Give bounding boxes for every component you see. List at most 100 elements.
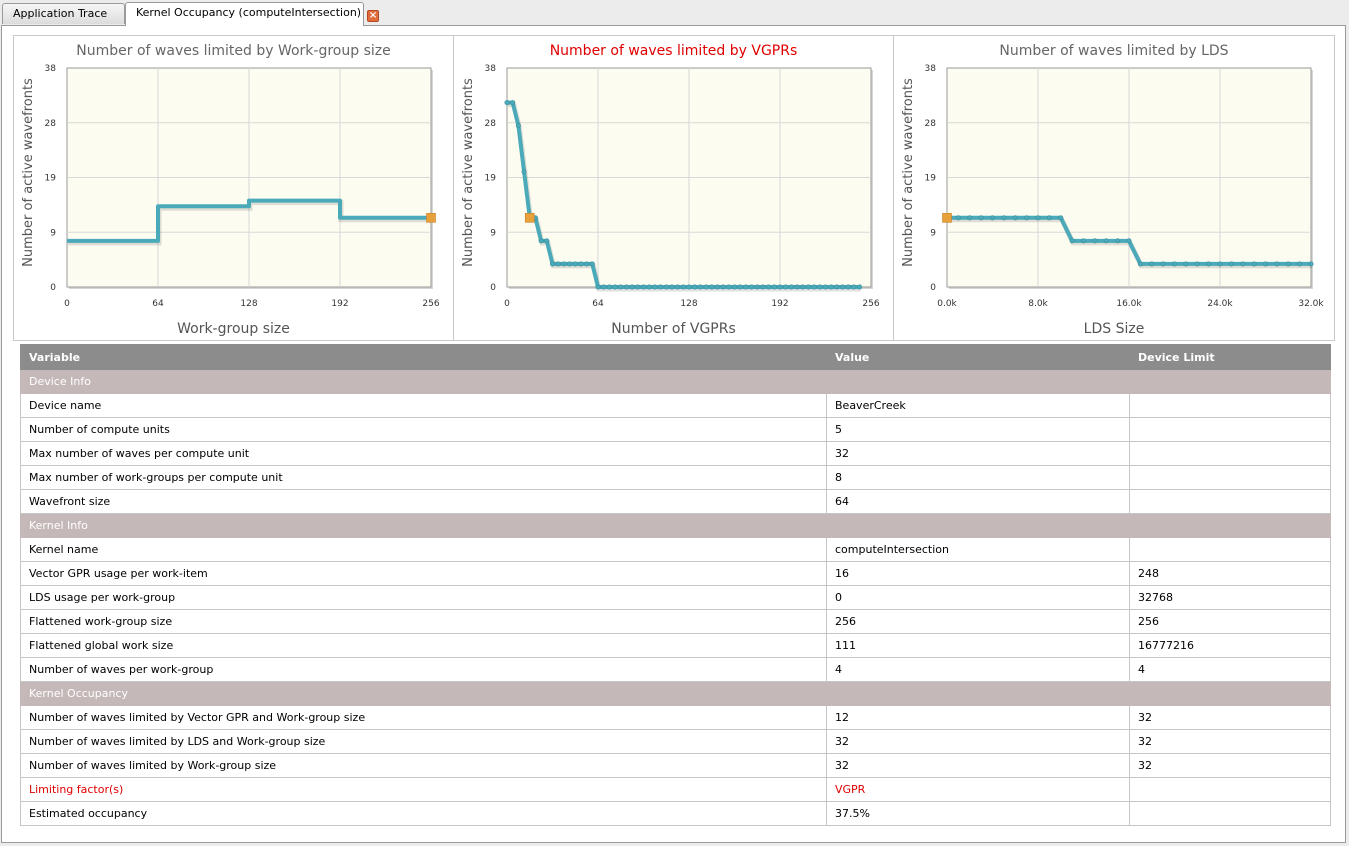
cell-device-limit [1129,801,1331,826]
table-row: Number of waves per work-group 4 4 [20,657,1331,682]
current-value-marker [942,213,952,223]
data-point [1001,215,1007,221]
data-point [1262,261,1268,267]
cell-variable: Max number of work-groups per compute un… [20,465,827,490]
data-point [1183,261,1189,267]
y-tick-label: 9 [930,228,936,238]
data-point [817,284,823,290]
data-point [646,284,652,290]
tab-kernel-occupancy[interactable]: Kernel Occupancy (computeIntersection) × [125,2,380,26]
x-tick-label: 0.0k [937,299,957,309]
current-value-marker [524,213,535,223]
cell-value: 32 [826,729,1130,754]
x-axis-label: Work-group size [177,321,290,337]
cell-device-limit [1129,777,1331,802]
y-axis-label: Number of active wavefronts [21,78,36,267]
tab-application-trace[interactable]: Application Trace [2,3,125,24]
x-tick-label: 24.0k [1207,299,1233,309]
data-point [749,284,755,290]
x-tick-label: 256 [862,299,879,309]
data-point [555,261,561,267]
cell-variable: Flattened global work size [20,633,827,658]
y-tick-label: 28 [485,119,497,129]
cell-variable: Vector GPR usage per work-item [20,561,827,586]
y-axis-label: Number of active wavefronts [461,78,476,267]
x-tick-label: 192 [771,299,788,309]
data-point [589,261,595,267]
data-point [623,284,629,290]
cell-value: 8 [826,465,1130,490]
chart-title: Number of waves limited by VGPRs [550,43,798,59]
section-label: Device Info [20,369,1331,394]
table-row: Number of waves limited by Work-group si… [20,753,1331,778]
cell-variable: Flattened work-group size [20,609,827,634]
table-row: Vector GPR usage per work-item 16 248 [20,561,1331,586]
x-tick-label: 192 [331,299,348,309]
data-point [766,284,772,290]
data-point [538,238,544,244]
data-point [794,284,800,290]
data-point [714,284,720,290]
cell-value: 64 [826,489,1130,514]
table-row: LDS usage per work-group 0 32768 [20,585,1331,610]
cell-device-limit [1129,537,1331,562]
table-row: Kernel name computeIntersection [20,537,1331,562]
data-point [1081,238,1087,244]
cell-variable: Estimated occupancy [20,801,827,826]
cell-variable: Number of waves limited by LDS and Work-… [20,729,827,754]
y-tick-label: 19 [485,174,497,184]
cell-device-limit: 32768 [1129,585,1331,610]
data-point [697,284,703,290]
data-point [840,284,846,290]
column-header-value[interactable]: Value [826,344,1130,370]
data-point [578,261,584,267]
data-point [731,284,737,290]
chart-lds: Number of waves limited by LDS 0.0k 8.0k 16… [894,36,1334,340]
cell-variable: Max number of waves per compute unit [20,441,827,466]
table-row: Flattened work-group size 256 256 [20,609,1331,634]
cell-value: computeIntersection [826,537,1130,562]
data-point [1171,261,1177,267]
cell-value: 111 [826,633,1130,658]
table-row: Limiting factor(s) VGPR [20,777,1331,802]
data-point [510,100,516,106]
data-point [709,284,715,290]
column-header-variable[interactable]: Variable [20,344,827,370]
x-axis-label: Number of VGPRs [611,321,736,337]
cell-variable: Device name [20,393,827,418]
cell-device-limit: 32 [1129,705,1331,730]
cell-value: 256 [826,609,1130,634]
cell-value: 12 [826,705,1130,730]
cell-variable: Kernel name [20,537,827,562]
x-tick-label: 128 [240,299,257,309]
x-tick-label: 0 [64,299,70,309]
cell-value: VGPR [826,777,1130,802]
data-point [1012,215,1018,221]
data-point [515,123,521,129]
data-point [1149,261,1155,267]
x-tick-label: 32.0k [1298,299,1324,309]
y-tick-label: 0 [930,283,936,293]
data-point [788,284,794,290]
table-header-row: Variable Value Device Limit [20,344,1331,370]
y-tick-label: 9 [50,228,56,238]
chart-workgroup: Number of waves limited by Work-group si… [14,36,453,340]
data-point [1206,261,1212,267]
x-tick-label: 0 [504,299,510,309]
close-icon[interactable]: × [367,10,380,22]
cell-variable: Wavefront size [20,489,827,514]
data-point [1240,261,1246,267]
data-point [777,284,783,290]
cell-device-limit [1129,417,1331,442]
data-point [811,284,817,290]
data-point [990,215,996,221]
tab-strip: Application Trace Kernel Occupancy (comp… [0,0,1349,26]
data-point [652,284,658,290]
y-tick-label: 38 [45,64,57,74]
cell-device-limit: 32 [1129,729,1331,754]
data-point [1024,215,1030,221]
cell-device-limit [1129,465,1331,490]
column-header-device-limit[interactable]: Device Limit [1129,344,1331,370]
x-tick-label: 64 [152,299,164,309]
section-row: Device Info [20,369,1331,394]
